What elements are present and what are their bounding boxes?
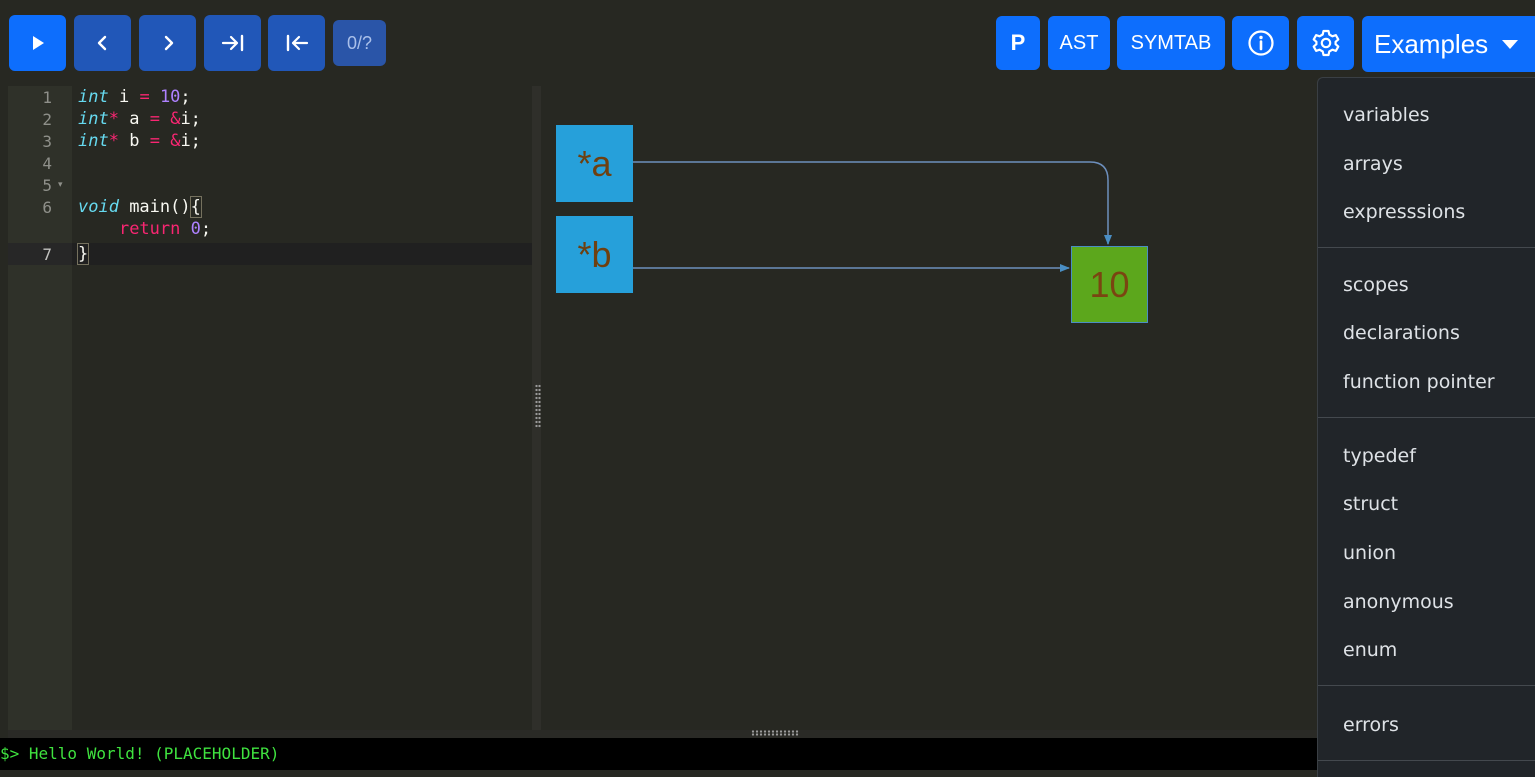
code-line-7: } (76, 243, 90, 265)
line-number: 3 (42, 132, 52, 151)
line-number: 1 (42, 88, 52, 107)
horizontal-grip-icon[interactable] (751, 730, 799, 736)
play-icon (32, 36, 44, 50)
arrow-a-to-value (633, 161, 1112, 245)
code-line-5: void main(){ (78, 196, 202, 218)
ast-button[interactable]: AST (1048, 16, 1110, 70)
menu-divider (1318, 685, 1535, 686)
editor-gutter: 1 2 3 4 5 ▾ 6 (8, 86, 72, 730)
fold-toggle-icon[interactable]: ▾ (58, 180, 63, 190)
menu-item-struct[interactable]: struct (1343, 493, 1398, 515)
info-icon (1247, 30, 1274, 56)
code-line-3: int* b = &i; (78, 131, 201, 151)
menu-item-variables[interactable]: variables (1343, 104, 1430, 126)
examples-label: Examples (1374, 28, 1489, 59)
examples-dropdown-button[interactable]: Examples (1362, 16, 1535, 72)
terminal-output: $> Hello World! (PLACEHOLDER) (0, 738, 1317, 770)
step-counter: 0/? (333, 20, 386, 66)
chevron-left-icon (97, 35, 106, 51)
arrow-to-end-icon (221, 34, 243, 52)
settings-button[interactable] (1297, 16, 1354, 70)
caret-down-icon (1502, 39, 1519, 49)
info-button[interactable] (1232, 16, 1289, 70)
text-cursor (88, 245, 90, 263)
line-number: 5 (42, 176, 52, 195)
line-number: 2 (42, 110, 52, 129)
code-line-2: int* a = &i; (78, 109, 201, 129)
pointer-box-b: *b (556, 216, 633, 293)
code-editor[interactable]: 1 2 3 4 5 ▾ 6 7 int i = 10; int* a = &i;… (8, 86, 532, 730)
symtab-button[interactable]: SYMTAB (1117, 16, 1225, 70)
menu-divider (1318, 247, 1535, 248)
menu-item-arrays[interactable]: arrays (1343, 153, 1403, 175)
menu-item-anonymous[interactable]: anonymous (1343, 591, 1454, 613)
code-line-6: return 0; (118, 219, 212, 239)
chevron-right-icon (164, 35, 173, 51)
menu-item-enum[interactable]: enum (1343, 639, 1397, 661)
code-line-1: int i = 10; (78, 87, 191, 107)
value-box: 10 (1071, 246, 1148, 323)
step-to-end-button[interactable] (204, 15, 261, 71)
menu-divider (1318, 417, 1535, 418)
menu-item-union[interactable]: union (1343, 542, 1396, 564)
step-forward-button[interactable] (139, 15, 196, 71)
line-number: 7 (42, 245, 52, 264)
gear-icon (1312, 29, 1339, 57)
menu-item-scopes[interactable]: scopes (1343, 274, 1409, 296)
menu-divider (1318, 760, 1535, 761)
menu-item-typedef[interactable]: typedef (1343, 445, 1416, 467)
run-button[interactable] (9, 15, 66, 71)
horizontal-splitter[interactable] (8, 730, 1317, 738)
line-number: 4 (42, 154, 52, 173)
examples-menu: variables arrays expresssions scopes dec… (1317, 77, 1535, 777)
step-back-button[interactable] (74, 15, 131, 71)
menu-item-expressions[interactable]: expresssions (1343, 201, 1465, 223)
step-to-start-button[interactable] (268, 15, 325, 71)
menu-item-declarations[interactable]: declarations (1343, 322, 1460, 344)
menu-item-errors[interactable]: errors (1343, 714, 1399, 736)
pointer-arrows (633, 161, 1112, 272)
pointer-box-a: *a (556, 125, 633, 202)
line-number: 6 (42, 198, 52, 217)
p-button[interactable]: P (996, 16, 1040, 70)
arrow-to-start-icon (286, 34, 308, 52)
memory-visualization: *a *b 10 (541, 86, 1317, 730)
menu-item-function-pointer[interactable]: function pointer (1343, 371, 1495, 393)
